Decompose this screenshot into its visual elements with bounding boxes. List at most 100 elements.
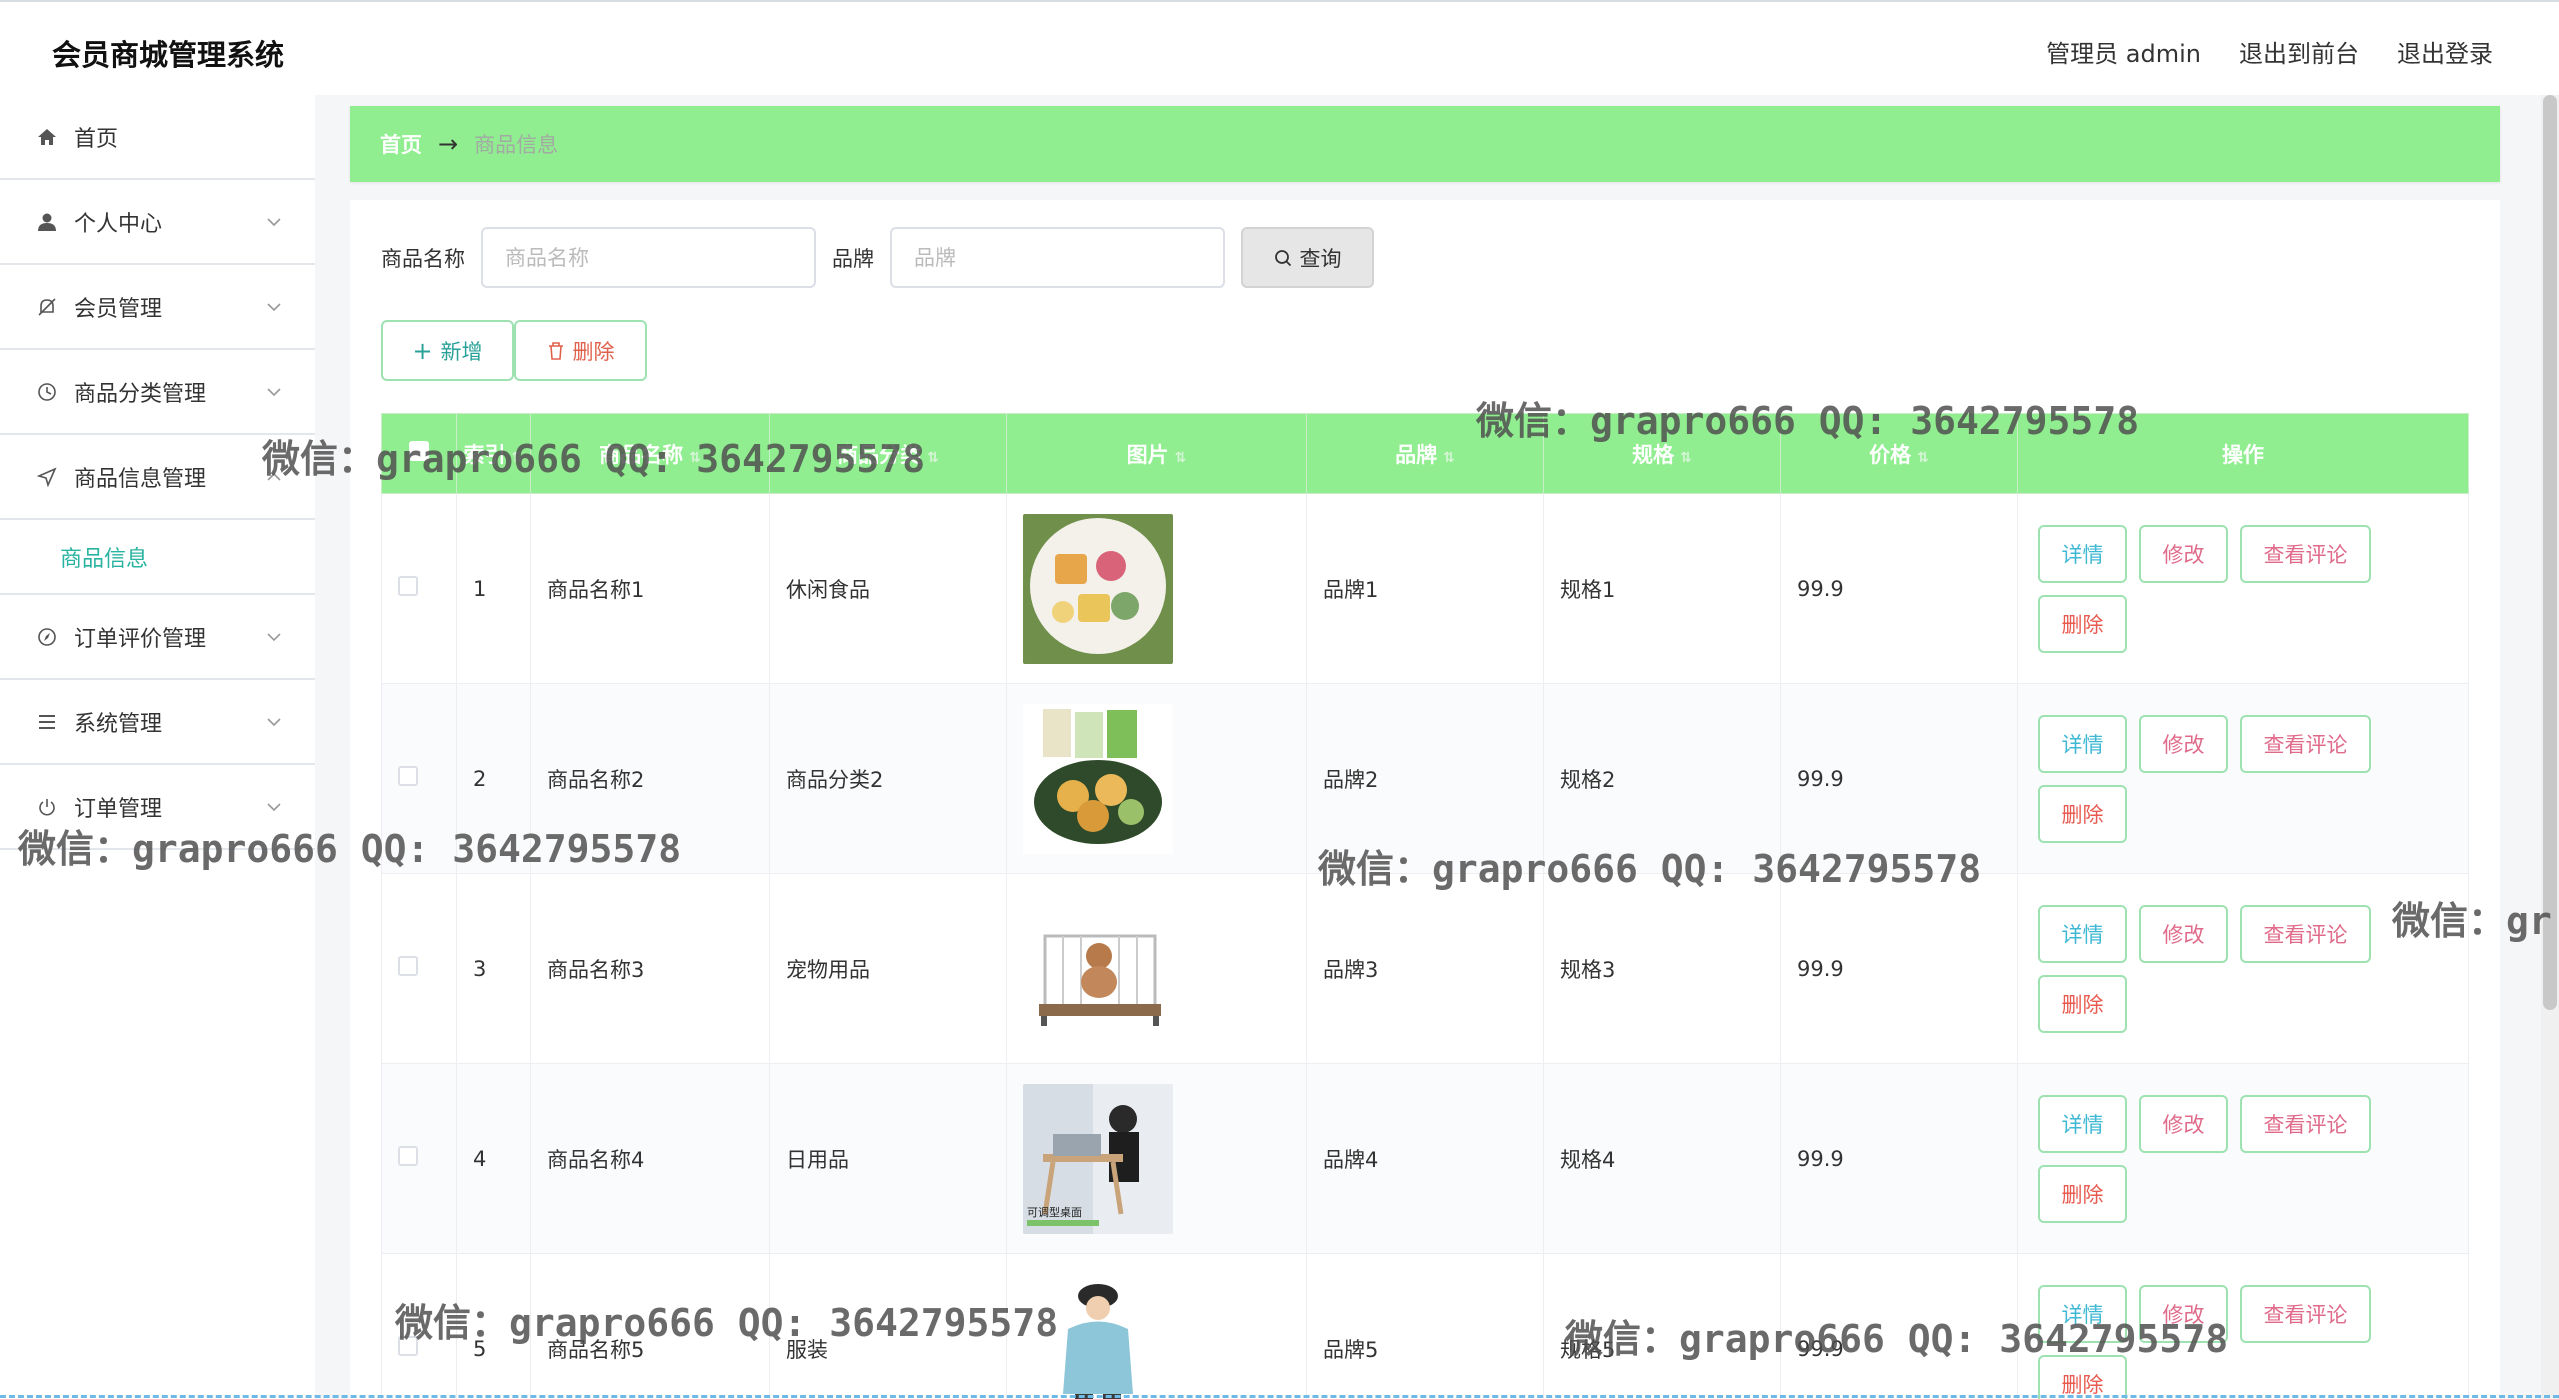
sidebar-item-home[interactable]: 首页 [0, 95, 315, 180]
detail-button[interactable]: 详情 [2038, 1094, 2127, 1153]
breadcrumb-home[interactable]: 首页 [380, 129, 422, 159]
view-reviews-button[interactable]: 查看评论 [2240, 1284, 2371, 1343]
sidebar-subitem-product-info[interactable]: 商品信息 [0, 520, 315, 595]
column-header-price[interactable]: 价格 ⇅ [1780, 413, 2018, 494]
column-header-spec[interactable]: 规格 ⇅ [1543, 413, 1781, 494]
column-header-index[interactable]: 索引 ⇅ [456, 413, 531, 494]
cell-actions: 详情 修改 查看评论 删除 [2017, 493, 2469, 684]
product-image-snack-bowl[interactable] [1023, 703, 1173, 854]
delete-button[interactable]: 删除 [2038, 594, 2127, 653]
sort-icon: ⇅ [511, 449, 524, 466]
top-header: 会员商城管理系统 管理员 admin 退出到前台 退出登录 [0, 0, 2559, 95]
sidebar-item-personal-center[interactable]: 个人中心 [0, 180, 315, 265]
cell-category: 宠物用品 [769, 873, 1007, 1064]
view-reviews-button[interactable]: 查看评论 [2240, 524, 2371, 583]
plus-icon: + [412, 336, 433, 365]
detail-button[interactable]: 详情 [2038, 904, 2127, 963]
delete-button[interactable]: 删除 [2038, 784, 2127, 843]
logout-link[interactable]: 退出登录 [2397, 34, 2493, 69]
edit-button[interactable]: 修改 [2139, 1284, 2228, 1343]
chevron-down-icon [267, 632, 281, 641]
cell-name: 商品名称1 [530, 493, 770, 684]
product-image-laptop-desk[interactable]: 可调型桌面 [1023, 1083, 1173, 1234]
cell-actions: 详情 修改 查看评论 删除 [2017, 1063, 2469, 1254]
detail-button[interactable]: 详情 [2038, 714, 2127, 773]
product-name-input[interactable] [481, 227, 816, 288]
sidebar-item-order-review-management[interactable]: 订单评价管理 [0, 595, 315, 680]
product-image-dog-cage[interactable] [1023, 893, 1173, 1044]
detail-button[interactable]: 详情 [2038, 524, 2127, 583]
cell-brand: 品牌4 [1306, 1063, 1544, 1254]
delete-button[interactable]: 删除 [2038, 1164, 2127, 1223]
product-image-mooncake-plate[interactable] [1023, 513, 1173, 664]
delete-button[interactable]: 删除 [2038, 974, 2127, 1033]
row-checkbox[interactable] [398, 1146, 418, 1166]
edit-button[interactable]: 修改 [2139, 524, 2228, 583]
sort-icon: ⇅ [1917, 449, 1929, 466]
sidebar-item-member-management[interactable]: 会员管理 [0, 265, 315, 350]
table-header-row: 索引 ⇅ 商品名称 ⇅ 商品分类 ⇅ 图片 ⇅ 品牌 ⇅ 规格 ⇅ 价格 ⇅ 操作 [381, 413, 2469, 494]
breadcrumb: 首页 → 商品信息 [350, 106, 2500, 182]
sidebar-item-order-management[interactable]: 订单管理 [0, 765, 315, 850]
sidebar-item-system-management[interactable]: 系统管理 [0, 680, 315, 765]
chevron-up-icon [267, 472, 281, 481]
cell-name: 商品名称2 [530, 683, 770, 874]
row-checkbox-cell [381, 683, 457, 874]
row-checkbox[interactable] [398, 576, 418, 596]
table-row: 1 商品名称1 休闲食品 品牌1 规格1 99.9 详情 修改 查看评论 删除 [381, 493, 2469, 684]
cell-index: 4 [456, 1063, 531, 1254]
cell-spec: 规格4 [1543, 1063, 1781, 1254]
cell-index: 2 [456, 683, 531, 874]
view-reviews-button[interactable]: 查看评论 [2240, 714, 2371, 773]
exit-to-front-link[interactable]: 退出到前台 [2239, 34, 2359, 69]
sort-icon: ⇅ [1174, 449, 1187, 466]
batch-delete-button[interactable]: 删除 [514, 320, 647, 381]
cell-index: 3 [456, 873, 531, 1064]
query-button[interactable]: 查询 [1241, 227, 1374, 288]
column-header-brand[interactable]: 品牌 ⇅ [1306, 413, 1544, 494]
chevron-down-icon [267, 802, 281, 811]
select-all-checkbox[interactable] [409, 441, 429, 461]
sort-icon: ⇅ [1443, 449, 1455, 466]
admin-user-label[interactable]: 管理员 admin [2046, 34, 2201, 69]
row-checkbox[interactable] [398, 1336, 418, 1356]
bottom-dashed-border [0, 1395, 2559, 1399]
sidebar-item-category-management[interactable]: 商品分类管理 [0, 350, 315, 435]
cell-index: 1 [456, 493, 531, 684]
delete-button[interactable]: 删除 [2038, 1354, 2127, 1399]
column-header-name[interactable]: 商品名称 ⇅ [530, 413, 770, 494]
edit-button[interactable]: 修改 [2139, 1094, 2228, 1153]
cell-category: 日用品 [769, 1063, 1007, 1254]
chevron-down-icon [267, 217, 281, 226]
brand-input[interactable] [890, 227, 1225, 288]
edit-button[interactable]: 修改 [2139, 714, 2228, 773]
detail-button[interactable]: 详情 [2038, 1284, 2127, 1343]
breadcrumb-current: 商品信息 [474, 133, 559, 157]
chevron-down-icon [267, 387, 281, 396]
sidebar-item-label: 首页 [74, 126, 119, 152]
scrollbar-thumb[interactable] [2543, 95, 2557, 1010]
add-button[interactable]: + 新增 [381, 320, 514, 381]
row-checkbox[interactable] [398, 956, 418, 976]
column-header-image[interactable]: 图片 ⇅ [1006, 413, 1307, 494]
edit-button[interactable]: 修改 [2139, 904, 2228, 963]
cell-image [1006, 683, 1307, 874]
view-reviews-button[interactable]: 查看评论 [2240, 1094, 2371, 1153]
main-content: 商品名称 品牌 查询 + 新增 删除 索引⇅ 商品名称⇅ 商品分类⇅ [350, 200, 2500, 1399]
cell-spec: 规格3 [1543, 873, 1781, 1064]
cell-name: 商品名称5 [530, 1253, 770, 1399]
row-checkbox[interactable] [398, 766, 418, 786]
chevron-down-icon [267, 717, 281, 726]
view-reviews-button[interactable]: 查看评论 [2240, 904, 2371, 963]
cell-index: 5 [456, 1253, 531, 1399]
sort-icon: ⇅ [689, 449, 701, 466]
cell-price: 99.9 [1780, 493, 2018, 684]
column-header-category[interactable]: 商品分类 ⇅ [769, 413, 1007, 494]
cell-name: 商品名称4 [530, 1063, 770, 1254]
query-button-label: 查询 [1299, 246, 1342, 271]
sidebar-item-product-info-management[interactable]: 商品信息管理 [0, 435, 315, 520]
product-image-hoodie-model[interactable] [1023, 1273, 1173, 1399]
sort-icon: ⇅ [1680, 449, 1692, 466]
cell-image: 可调型桌面 [1006, 1063, 1307, 1254]
chevron-down-icon [267, 302, 281, 311]
